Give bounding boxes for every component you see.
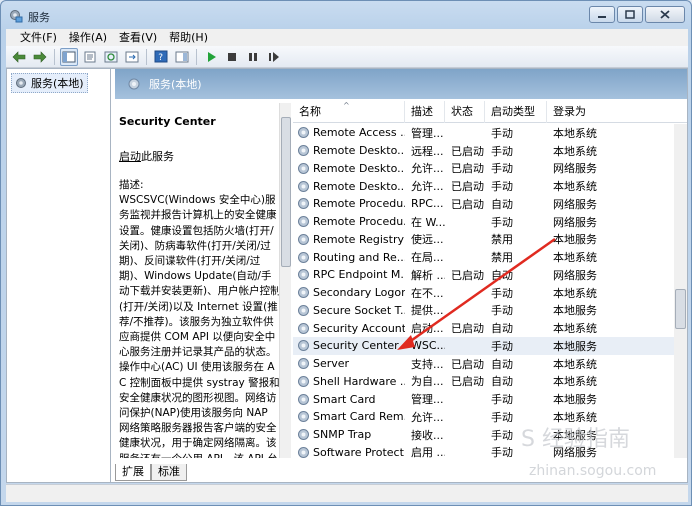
services-gear-icon [9,9,23,23]
stop-service-icon[interactable] [223,48,241,66]
pause-service-icon[interactable] [244,48,262,66]
watermark-url: zhinan.sogou.com [529,463,657,479]
watermark-text: S 经验指南 [521,427,630,452]
services-window: 服务 文件(F) 操作(A) 查看(V) 帮助(H) ? 服务(本地) 服务(本… [0,0,692,506]
export-list-icon[interactable] [123,48,141,66]
menu-file[interactable]: 文件(F) [14,29,63,46]
minimize-button[interactable] [589,6,615,23]
console-tree-icon[interactable] [60,47,78,66]
view-tabs: 扩展 标准 [115,463,415,481]
menu-view[interactable]: 查看(V) [113,29,163,46]
toolbar: ? [6,46,688,68]
restart-service-icon[interactable] [265,48,283,66]
menu-bar: 文件(F) 操作(A) 查看(V) 帮助(H) [6,29,688,46]
properties-icon[interactable] [81,48,99,66]
forward-arrow-icon[interactable] [31,48,49,66]
show-hide-pane-icon[interactable] [173,48,191,66]
start-service-icon[interactable] [202,48,220,66]
tab-standard[interactable]: 标准 [151,464,187,481]
tab-extended[interactable]: 扩展 [115,464,151,481]
menu-help[interactable]: 帮助(H) [163,29,214,46]
help-icon[interactable]: ? [152,48,170,66]
menu-action[interactable]: 操作(A) [63,29,113,46]
refresh-icon[interactable] [102,48,120,66]
svg-text:?: ? [158,53,163,63]
status-bar [6,484,688,502]
window-title: 服务 [28,11,50,24]
title-bar[interactable]: 服务 [1,1,691,29]
maximize-button[interactable] [617,6,643,23]
back-arrow-icon[interactable] [10,48,28,66]
close-button[interactable] [645,6,685,23]
